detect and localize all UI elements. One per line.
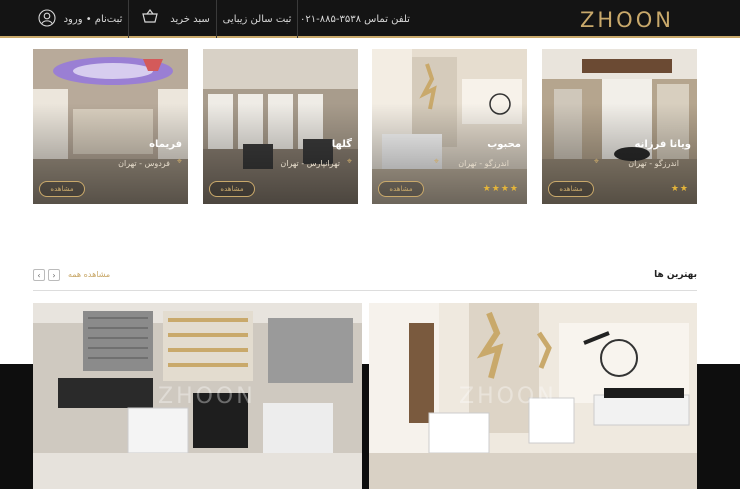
cart-icon[interactable]	[141, 9, 159, 27]
register-salon-label: ثبت سالن زیبایی	[222, 13, 292, 25]
salon-location: فردوس - تهران	[118, 159, 170, 168]
salon-name: گلها	[331, 139, 352, 150]
view-salon-button[interactable]: مشاهده	[209, 181, 255, 197]
salon-location: اندرزگو - تهران	[458, 159, 509, 168]
nav-divider	[297, 0, 298, 38]
location-pin-icon: ⌖	[176, 157, 182, 167]
location-pin-icon: ⌖	[593, 157, 599, 167]
phone-label: تلفن تماس ۳۵۳۸-۸۸۵-۰۲۱	[300, 13, 410, 25]
salon-name: محبوب	[487, 139, 521, 150]
zhoon-logo[interactable]: ZHOON	[580, 7, 705, 31]
login-label: ثبت‌نام • ورود	[63, 13, 123, 25]
phone-contact[interactable]: تلفن تماس ۳۵۳۸-۸۸۵-۰۲۱	[300, 0, 410, 38]
salon-card[interactable]: ویانا فرزانه ⌖ اندرزگو - تهران ★★ مشاهده	[542, 49, 697, 204]
salon-card[interactable]: محبوب ⌖ اندرزگو - تهران ★★★★ مشاهده	[372, 49, 527, 204]
nav-divider	[216, 0, 217, 38]
salon-location: تهرانپارس - تهران	[280, 159, 340, 168]
salon-photo: ZHOON	[33, 303, 362, 489]
location-pin-icon: ⌖	[433, 157, 439, 167]
cart-label: سبد خرید	[170, 13, 210, 25]
chevron-left-icon: ‹	[37, 270, 41, 280]
svg-text:ZHOON: ZHOON	[459, 384, 557, 409]
salon-card[interactable]: فریماه ⌖ فردوس - تهران مشاهده	[33, 49, 188, 204]
best-section-title: بهترین ها	[654, 270, 697, 280]
best-salon-card[interactable]: ZHOON	[369, 303, 697, 489]
salon-photo: ZHOON	[369, 303, 697, 489]
svg-text:ZHOON: ZHOON	[580, 8, 674, 31]
user-icon[interactable]	[38, 9, 56, 27]
salon-name: فریماه	[149, 139, 182, 150]
see-all-link[interactable]: مشاهده همه	[68, 270, 110, 279]
carousel-prev-button[interactable]: ‹	[33, 269, 45, 281]
rating-stars: ★★★★	[482, 184, 519, 194]
view-salon-button[interactable]: مشاهده	[378, 181, 424, 197]
top-navigation-bar: ZHOON تلفن تماس ۳۵۳۸-۸۸۵-۰۲۱ ثبت سالن زی…	[0, 0, 740, 38]
view-salon-button[interactable]: مشاهده	[548, 181, 594, 197]
salon-card[interactable]: گلها ⌖ تهرانپارس - تهران مشاهده	[203, 49, 358, 204]
login-register-link[interactable]: ثبت‌نام • ورود	[62, 0, 124, 38]
rating-stars: ★★	[670, 184, 689, 194]
chevron-right-icon: ›	[52, 270, 56, 280]
location-pin-icon: ⌖	[346, 157, 352, 167]
salon-name: ویانا فرزانه	[634, 139, 692, 150]
register-salon-link[interactable]: ثبت سالن زیبایی	[218, 0, 296, 38]
salon-card-row: ویانا فرزانه ⌖ اندرزگو - تهران ★★ مشاهده…	[0, 49, 740, 204]
carousel-next-button[interactable]: ›	[48, 269, 60, 281]
best-salon-card[interactable]: ZHOON	[33, 303, 362, 489]
salon-location: اندرزگو - تهران	[628, 159, 679, 168]
view-salon-button[interactable]: مشاهده	[39, 181, 85, 197]
cart-link[interactable]: سبد خرید	[168, 0, 212, 38]
nav-divider	[128, 0, 129, 38]
svg-text:ZHOON: ZHOON	[158, 384, 256, 409]
section-divider	[33, 290, 697, 291]
